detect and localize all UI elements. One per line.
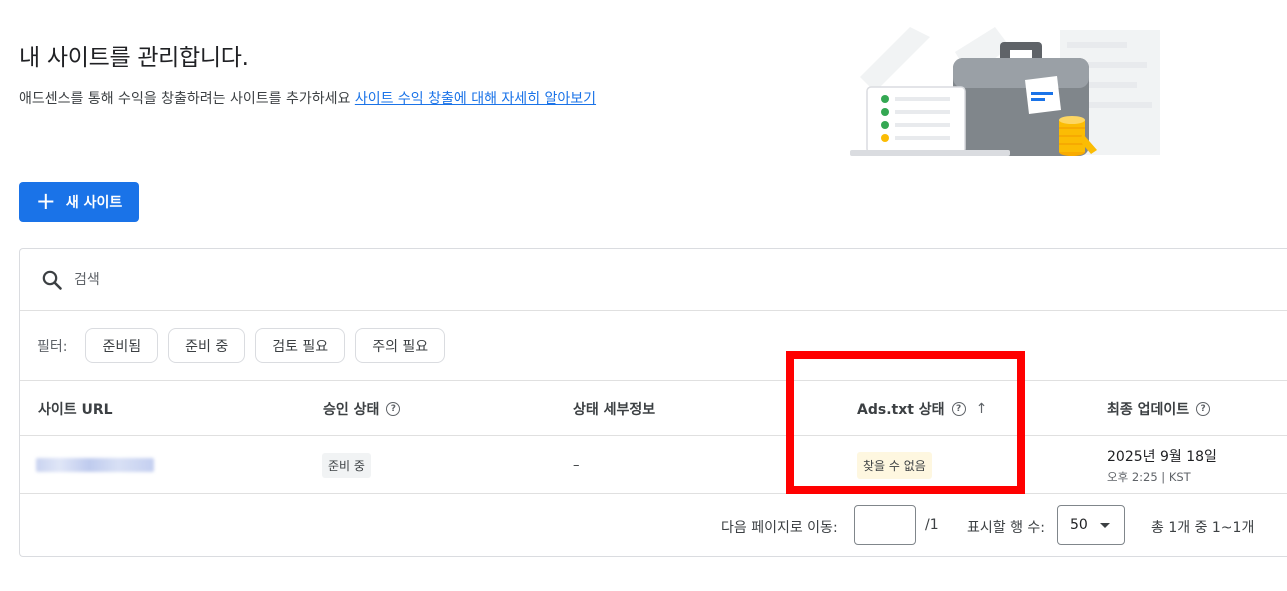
column-header-approval-status[interactable]: 승인 상태 ?: [323, 381, 401, 436]
table-header: 사이트 URL 승인 상태 ? 상태 세부정보 Ads.txt 상태 ? ↑ 최…: [20, 381, 1287, 436]
last-updated-time: 오후 2:25 | KST: [1107, 469, 1191, 484]
column-label-ads-txt-status: Ads.txt 상태: [857, 401, 945, 418]
new-site-button[interactable]: + 새 사이트: [19, 182, 139, 222]
cell-status-details: –: [573, 436, 580, 494]
cell-ads-txt-status: 찾을 수 없음: [857, 436, 932, 494]
status-badge: 준비 중: [322, 452, 371, 478]
plus-icon: +: [35, 186, 56, 215]
search-input[interactable]: [74, 271, 474, 288]
filter-chip-ready[interactable]: 준비됨: [85, 328, 159, 363]
site-url-redacted: [36, 458, 154, 472]
status-details-value: –: [573, 457, 580, 473]
cell-last-updated: 2025년 9월 18일 오후 2:25 | KST: [1107, 436, 1217, 494]
column-header-ads-txt-status[interactable]: Ads.txt 상태 ? ↑: [857, 381, 987, 436]
goto-page-input[interactable]: [854, 505, 916, 545]
total-pages: /1: [925, 517, 939, 533]
search-icon: [42, 270, 62, 290]
hero-illustration: [850, 27, 1160, 156]
filter-chip-needs-attention[interactable]: 주의 필요: [355, 328, 446, 363]
column-label-approval-status: 승인 상태: [323, 401, 380, 418]
filter-chip-needs-review[interactable]: 검토 필요: [255, 328, 346, 363]
column-label-status-details: 상태 세부정보: [573, 401, 656, 418]
page-subtitle: 애드센스를 통해 수익을 창출하려는 사이트를 추가하세요 사이트 수익 창출에…: [19, 88, 596, 108]
column-label-site-url: 사이트 URL: [38, 401, 113, 418]
learn-more-link[interactable]: 사이트 수익 창출에 대해 자세히 알아보기: [355, 91, 596, 107]
sites-table-card: 필터: 준비됨 준비 중 검토 필요 주의 필요 사이트 URL 승인 상태 ?…: [19, 248, 1287, 557]
filter-bar: 필터: 준비됨 준비 중 검토 필요 주의 필요: [20, 311, 1287, 381]
sort-ascending-icon[interactable]: ↑: [976, 401, 988, 417]
last-updated-date: 2025년 9월 18일: [1107, 448, 1217, 465]
goto-page-label: 다음 페이지로 이동:: [721, 520, 838, 536]
column-header-last-updated[interactable]: 최종 업데이트 ?: [1107, 381, 1211, 436]
pagination-summary: 총 1개 중 1~1개: [1151, 520, 1255, 536]
ads-txt-status-badge: 찾을 수 없음: [857, 451, 932, 479]
column-label-last-updated: 최종 업데이트: [1107, 401, 1190, 418]
page-subtitle-text: 애드센스를 통해 수익을 창출하려는 사이트를 추가하세요: [19, 91, 351, 107]
page-title: 내 사이트를 관리합니다.: [19, 45, 249, 71]
help-icon[interactable]: ?: [1196, 401, 1211, 416]
dropdown-arrow-icon: [1100, 523, 1110, 528]
filter-label: 필터:: [37, 338, 68, 355]
help-icon[interactable]: ?: [386, 401, 401, 416]
rows-per-page-label: 표시할 행 수:: [967, 520, 1046, 536]
table-row[interactable]: 준비 중 – 찾을 수 없음 2025년 9월 18일 오후 2:25 | KS…: [20, 436, 1287, 494]
rows-per-page-value: 50: [1070, 517, 1088, 533]
filter-chip-preparing[interactable]: 준비 중: [168, 328, 246, 363]
rows-per-page-select[interactable]: 50: [1057, 505, 1125, 545]
cell-approval-status: 준비 중: [322, 436, 371, 494]
new-site-label: 새 사이트: [65, 195, 123, 211]
search-bar: [20, 249, 1287, 311]
column-header-site-url[interactable]: 사이트 URL: [38, 381, 113, 436]
help-icon[interactable]: ?: [951, 401, 966, 416]
column-header-status-details[interactable]: 상태 세부정보: [573, 381, 655, 436]
cell-site-url[interactable]: [36, 436, 154, 494]
